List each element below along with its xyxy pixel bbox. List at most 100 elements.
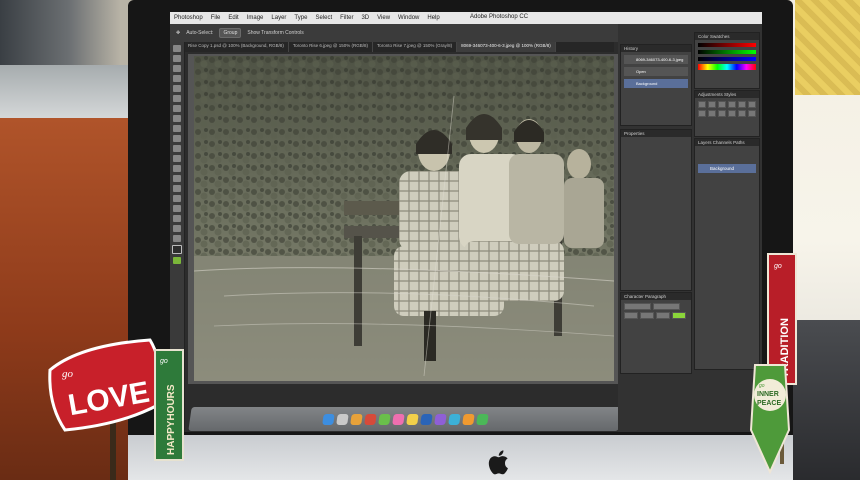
- marquee-tool[interactable]: [173, 55, 181, 62]
- font-style-field[interactable]: [653, 303, 680, 310]
- menu-item-help[interactable]: Help: [427, 15, 439, 21]
- tab-active-document[interactable]: 8069-346073-400-6-3.jpeg @ 100% (RGB/8): [457, 42, 556, 52]
- exposure-icon[interactable]: [728, 101, 736, 108]
- auto-select-dropdown[interactable]: Group: [219, 28, 242, 38]
- brightness-contrast-icon[interactable]: [698, 101, 706, 108]
- eyedropper-tool[interactable]: [173, 95, 181, 102]
- menu-item-3d[interactable]: 3D: [361, 15, 369, 21]
- menu-item-type[interactable]: Type: [294, 15, 307, 21]
- dock-lower-icon-7[interactable]: [405, 413, 419, 425]
- path-select-tool[interactable]: [173, 205, 181, 212]
- love-sign-small-text: go: [62, 368, 74, 380]
- history-panel: History 8069-346073-400-6-3.jpeg Open Ba…: [620, 44, 692, 126]
- peace-sign-line2: PEACE: [757, 400, 781, 407]
- menu-item-filter[interactable]: Filter: [340, 15, 353, 21]
- dock-lower-icon-8[interactable]: [419, 413, 433, 425]
- document-canvas[interactable]: [188, 54, 618, 384]
- brush-tool[interactable]: [173, 115, 181, 122]
- leading-field[interactable]: [640, 312, 654, 319]
- adjustments-tab[interactable]: Adjustments: [698, 92, 723, 97]
- hand-tool[interactable]: [173, 225, 181, 232]
- dock-lower-icon-11[interactable]: [461, 413, 475, 425]
- foreground-color[interactable]: [172, 245, 182, 254]
- menu-item-photoshop[interactable]: Photoshop: [174, 15, 203, 21]
- black-white-icon[interactable]: [708, 110, 716, 117]
- crop-tool[interactable]: [173, 85, 181, 92]
- curves-icon[interactable]: [718, 101, 726, 108]
- dock-lower-icon-9[interactable]: [433, 413, 447, 425]
- shelf-top: [0, 65, 135, 120]
- photo-filter-icon[interactable]: [718, 110, 726, 117]
- dock-lower-icon-4[interactable]: [363, 413, 377, 425]
- happy-sign-small-text: go: [160, 358, 168, 365]
- posterize-icon[interactable]: [748, 110, 756, 117]
- layer-background[interactable]: Background: [698, 164, 756, 173]
- menu-item-edit[interactable]: Edit: [228, 15, 238, 21]
- character-panel-title: Character Paragraph: [621, 293, 691, 300]
- dodge-tool[interactable]: [173, 175, 181, 182]
- invert-icon[interactable]: [738, 110, 746, 117]
- red-slider[interactable]: [698, 43, 756, 47]
- dock-lower-icon-2[interactable]: [335, 413, 349, 425]
- printer: [790, 320, 860, 480]
- dock-lower-icon-5[interactable]: [377, 413, 391, 425]
- menu-item-view[interactable]: View: [377, 15, 390, 21]
- green-slider[interactable]: [698, 50, 756, 54]
- healing-tool[interactable]: [173, 105, 181, 112]
- dock-lower-icon-12[interactable]: [475, 413, 489, 425]
- gradient-tool[interactable]: [173, 155, 181, 162]
- menu-item-select[interactable]: Select: [315, 15, 332, 21]
- paths-tab[interactable]: Paths: [733, 140, 745, 145]
- color-balance-icon[interactable]: [698, 110, 706, 117]
- channels-tab[interactable]: Channels: [713, 140, 732, 145]
- move-tool-icon[interactable]: ✥: [176, 30, 180, 36]
- text-color-swatch[interactable]: [672, 312, 686, 319]
- blur-tool[interactable]: [173, 165, 181, 172]
- menu-item-window[interactable]: Window: [398, 15, 419, 21]
- history-item-source[interactable]: 8069-346073-400-6-3.jpeg: [624, 55, 688, 64]
- color-spectrum[interactable]: [698, 64, 756, 70]
- eraser-tool[interactable]: [173, 145, 181, 152]
- shape-tool[interactable]: [173, 215, 181, 222]
- menu-item-file[interactable]: File: [211, 15, 221, 21]
- menu-item-layer[interactable]: Layer: [271, 15, 286, 21]
- zoom-tool[interactable]: [173, 235, 181, 242]
- styles-tab[interactable]: Styles: [724, 92, 736, 97]
- dock-lower-icon-3[interactable]: [349, 413, 363, 425]
- quick-select-tool[interactable]: [173, 75, 181, 82]
- swatches-tab[interactable]: Swatches: [710, 34, 730, 39]
- color-tab[interactable]: Color: [698, 34, 709, 39]
- history-brush-tool[interactable]: [173, 135, 181, 142]
- dock-lower-icon-1[interactable]: [321, 413, 335, 425]
- history-item-open[interactable]: Open: [624, 67, 688, 76]
- dock-lower-icon-10[interactable]: [447, 413, 461, 425]
- show-transform-label[interactable]: Show Transform Controls: [247, 30, 303, 36]
- properties-panel: Properties: [620, 129, 692, 291]
- font-size-field[interactable]: [624, 312, 638, 319]
- clone-stamp-tool[interactable]: [173, 125, 181, 132]
- hue-saturation-icon[interactable]: [748, 101, 756, 108]
- layers-tab[interactable]: Layers: [698, 140, 712, 145]
- channel-mixer-icon[interactable]: [728, 110, 736, 117]
- tab-toronto-rise-6[interactable]: Toronto Rise 6.jpeg @ 150% (RGB/8): [289, 42, 373, 52]
- font-family-field[interactable]: [624, 303, 651, 310]
- levels-icon[interactable]: [708, 101, 716, 108]
- blue-slider[interactable]: [698, 57, 756, 61]
- pen-tool[interactable]: [173, 185, 181, 192]
- type-tool[interactable]: [173, 195, 181, 202]
- menu-item-image[interactable]: Image: [247, 15, 264, 21]
- tab-rise-copy[interactable]: Rise Copy 1.psd @ 100% (Background, RGB/…: [184, 42, 289, 52]
- layers-panel: Layers Channels Paths Background: [694, 138, 760, 370]
- move-tool[interactable]: [173, 45, 181, 52]
- tab-toronto-rise-7[interactable]: Toronto Rise 7.jpeg @ 150% (Gray/8): [373, 42, 458, 52]
- character-panel: Character Paragraph: [620, 292, 692, 374]
- background-color[interactable]: [173, 257, 181, 264]
- dock-lower-icon-6[interactable]: [391, 413, 405, 425]
- paragraph-tab[interactable]: Paragraph: [645, 294, 666, 299]
- color-panel-title: Color Swatches: [695, 33, 759, 40]
- character-tab[interactable]: Character: [624, 294, 644, 299]
- history-item-background[interactable]: Background: [624, 79, 688, 88]
- vibrance-icon[interactable]: [738, 101, 746, 108]
- lasso-tool[interactable]: [173, 65, 181, 72]
- tracking-field[interactable]: [656, 312, 670, 319]
